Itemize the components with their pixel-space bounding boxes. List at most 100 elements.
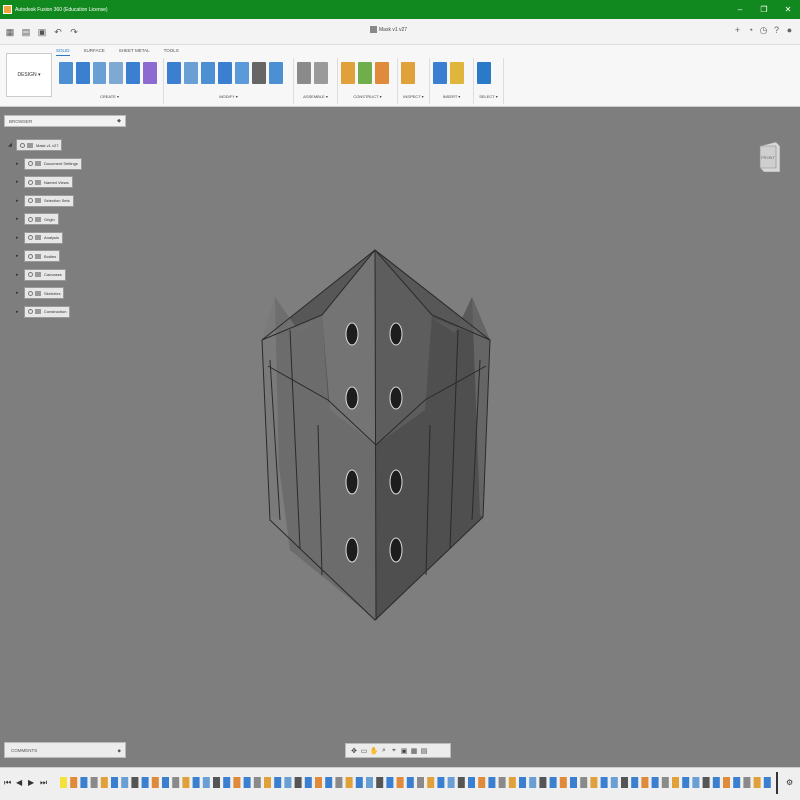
- timeline-feature-icon[interactable]: [498, 777, 506, 788]
- tool-button-icon[interactable]: [184, 62, 198, 84]
- timeline-feature-icon[interactable]: [376, 777, 384, 788]
- tool-button-icon[interactable]: [401, 62, 415, 84]
- visibility-icon[interactable]: [28, 290, 33, 296]
- extensions-icon[interactable]: ◔: [744, 25, 757, 36]
- timeline-feature-icon[interactable]: [559, 777, 567, 788]
- tab-surface[interactable]: SURFACE: [84, 48, 105, 56]
- tool-button-icon[interactable]: [235, 62, 249, 84]
- grid-menu-icon[interactable]: ▦: [4, 26, 16, 38]
- timeline-feature-icon[interactable]: [580, 777, 588, 788]
- timeline-feature-icon[interactable]: [692, 777, 700, 788]
- group-label[interactable]: INSPECT ▾: [398, 94, 429, 99]
- timeline-feature-icon[interactable]: [417, 777, 424, 788]
- go-to-end-icon[interactable]: ⏭: [40, 778, 47, 788]
- timeline-feature-icon[interactable]: [590, 777, 598, 788]
- browser-node[interactable]: ▸ Origin: [8, 210, 82, 229]
- tool-button-icon[interactable]: [375, 62, 389, 84]
- timeline-feature-icon[interactable]: [172, 777, 180, 788]
- timeline-feature-icon[interactable]: [202, 777, 210, 788]
- timeline-feature-icon[interactable]: [478, 777, 486, 788]
- tab-sheet-metal[interactable]: SHEET METAL: [119, 48, 150, 56]
- timeline-feature-icon[interactable]: [488, 777, 496, 788]
- timeline-feature-icon[interactable]: [406, 777, 414, 788]
- expand-arrow-icon[interactable]: ▸: [16, 253, 24, 259]
- timeline-feature-icon[interactable]: [162, 777, 169, 788]
- timeline-feature-icon[interactable]: [90, 777, 98, 788]
- visibility-icon[interactable]: [28, 253, 33, 259]
- timeline-feature-icon[interactable]: [610, 777, 618, 788]
- account-icon[interactable]: ●: [783, 25, 796, 36]
- notifications-icon[interactable]: ◷: [757, 25, 770, 36]
- browser-node[interactable]: ▸ Selection Sets: [8, 192, 82, 211]
- visibility-icon[interactable]: [28, 198, 33, 204]
- tool-button-icon[interactable]: [92, 62, 107, 84]
- timeline-feature-icon[interactable]: [243, 777, 251, 788]
- tab-tools[interactable]: TOOLS: [164, 48, 179, 56]
- timeline-feature-icon[interactable]: [131, 777, 139, 788]
- tab-solid[interactable]: SOLID: [56, 48, 70, 56]
- tool-button-icon[interactable]: [297, 62, 311, 84]
- browser-node[interactable]: ▸ Construction: [8, 303, 82, 322]
- timeline-feature-icon[interactable]: [427, 777, 435, 788]
- timeline-features[interactable]: [60, 774, 778, 792]
- timeline-feature-icon[interactable]: [600, 777, 608, 788]
- timeline-feature-icon[interactable]: [151, 777, 159, 788]
- timeline-feature-icon[interactable]: [672, 777, 679, 788]
- timeline-feature-icon[interactable]: [345, 777, 353, 788]
- timeline-feature-icon[interactable]: [315, 777, 322, 788]
- tool-button-icon[interactable]: [201, 62, 215, 84]
- expand-arrow-icon[interactable]: ▸: [16, 216, 24, 222]
- tool-button-icon[interactable]: [433, 62, 447, 84]
- timeline-feature-icon[interactable]: [223, 777, 231, 788]
- browser-node[interactable]: ▸ Canvases: [8, 266, 82, 285]
- tool-button-icon[interactable]: [477, 62, 491, 84]
- timeline-feature-icon[interactable]: [437, 777, 445, 788]
- new-tab-icon[interactable]: +: [731, 25, 744, 36]
- timeline-feature-icon[interactable]: [743, 777, 751, 788]
- viewcube[interactable]: FRONT: [756, 138, 784, 174]
- group-label[interactable]: SELECT ▾: [474, 94, 503, 99]
- timeline-feature-icon[interactable]: [284, 777, 292, 788]
- 3d-viewport[interactable]: [0, 107, 800, 767]
- timeline-feature-icon[interactable]: [570, 777, 577, 788]
- timeline-feature-icon[interactable]: [753, 777, 761, 788]
- timeline-feature-icon[interactable]: [529, 777, 537, 788]
- maximize-button[interactable]: ❐: [752, 0, 776, 19]
- timeline-feature-icon[interactable]: [121, 777, 129, 788]
- timeline-feature-icon[interactable]: [182, 777, 190, 788]
- tool-button-icon[interactable]: [269, 62, 283, 84]
- group-label[interactable]: CONSTRUCT ▾: [338, 94, 397, 99]
- visibility-icon[interactable]: [20, 142, 25, 148]
- expand-arrow-icon[interactable]: ▸: [16, 161, 24, 167]
- tool-button-icon[interactable]: [59, 62, 73, 84]
- browser-panel-header[interactable]: BROWSER ◆: [4, 115, 126, 127]
- close-button[interactable]: ✕: [776, 0, 800, 19]
- group-label[interactable]: MODIFY ▾: [164, 94, 293, 99]
- timeline-feature-icon[interactable]: [304, 777, 312, 788]
- pan-icon[interactable]: ✋: [369, 747, 379, 755]
- visibility-icon[interactable]: [28, 235, 33, 241]
- timeline-feature-icon[interactable]: [661, 777, 669, 788]
- zoom-icon[interactable]: ⌕: [379, 747, 389, 755]
- timeline-feature-icon[interactable]: [457, 777, 465, 788]
- document-tab[interactable]: Mask v1 v27: [370, 26, 407, 33]
- timeline-feature-icon[interactable]: [651, 777, 659, 788]
- timeline-feature-icon[interactable]: [682, 777, 690, 788]
- help-icon[interactable]: ?: [770, 25, 783, 36]
- timeline-feature-icon[interactable]: [213, 777, 220, 788]
- timeline-feature-icon[interactable]: [60, 777, 67, 788]
- timeline-feature-icon[interactable]: [100, 777, 108, 788]
- browser-node[interactable]: ▸ Named Views: [8, 173, 82, 192]
- timeline-feature-icon[interactable]: [141, 777, 149, 788]
- expand-arrow-icon[interactable]: ▸: [16, 235, 24, 241]
- expand-arrow-icon[interactable]: ▸: [16, 290, 24, 296]
- timeline-feature-icon[interactable]: [111, 777, 118, 788]
- timeline-feature-icon[interactable]: [712, 777, 720, 788]
- group-label[interactable]: CREATE ▾: [56, 94, 163, 99]
- timeline-feature-icon[interactable]: [702, 777, 710, 788]
- timeline-feature-icon[interactable]: [80, 777, 88, 788]
- browser-root[interactable]: ◢ Mask v1 v27: [8, 136, 82, 155]
- timeline-feature-icon[interactable]: [335, 777, 343, 788]
- timeline-feature-icon[interactable]: [70, 777, 78, 788]
- orbit-icon[interactable]: ✥: [349, 747, 359, 755]
